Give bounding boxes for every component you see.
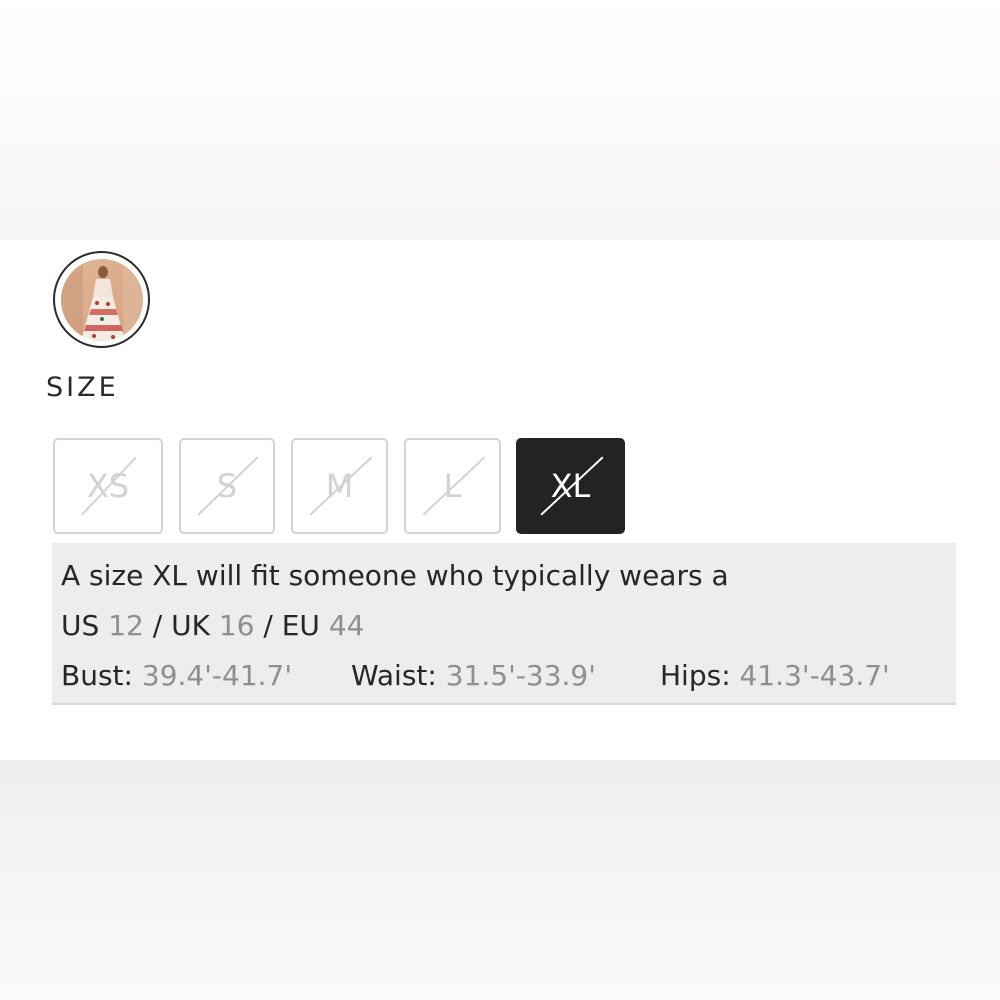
uk-label: UK (171, 609, 210, 642)
dress-thumbnail-icon (60, 258, 143, 341)
bust-value: 39.4'-41.7' (141, 659, 293, 692)
size-option-xl[interactable]: XL (516, 438, 625, 534)
bust-measurement: Bust: 39.4'-41.7' (61, 659, 292, 692)
bottom-backdrop (0, 760, 1000, 1000)
separator: / (152, 609, 163, 642)
size-option-l[interactable]: L (404, 438, 501, 534)
size-heading: SIZE (46, 372, 119, 403)
unavailable-strike-icon (540, 456, 604, 516)
eu-label: EU (281, 609, 320, 642)
product-size-selector-page: SIZE XS S M L XL (0, 0, 1000, 1000)
size-conversions: US 12 / UK 16 / EU 44 (61, 609, 364, 642)
hips-label: Hips: (660, 659, 731, 692)
separator: / (263, 609, 273, 642)
hips-value: 41.3'-43.7' (739, 659, 890, 692)
eu-size-value: 44 (328, 609, 365, 642)
us-size-value: 12 (108, 609, 144, 642)
bust-label: Bust: (61, 659, 133, 692)
us-label: US (61, 609, 100, 642)
unavailable-strike-icon (309, 456, 373, 516)
waist-label: Waist: (351, 659, 437, 692)
waist-value: 31.5'-33.9' (445, 659, 596, 692)
waist-measurement: Waist: 31.5'-33.9' (351, 659, 596, 692)
size-option-s[interactable]: S (179, 438, 275, 534)
hips-measurement: Hips: 41.3'-43.7' (660, 659, 890, 692)
unavailable-strike-icon (422, 456, 486, 516)
fit-intro-text: A size XL will fit someone who typically… (61, 559, 729, 592)
uk-size-value: 16 (218, 609, 255, 642)
unavailable-strike-icon (197, 456, 259, 516)
size-option-xs[interactable]: XS (53, 438, 163, 534)
body-measurements: Bust: 39.4'-41.7' Waist: 31.5'-33.9' Hip… (61, 659, 951, 695)
size-option-m[interactable]: M (291, 438, 388, 534)
color-swatch-button[interactable] (53, 251, 150, 348)
top-backdrop (0, 0, 1000, 240)
unavailable-strike-icon (81, 456, 137, 516)
size-fit-info: A size XL will fit someone who typically… (52, 543, 956, 705)
